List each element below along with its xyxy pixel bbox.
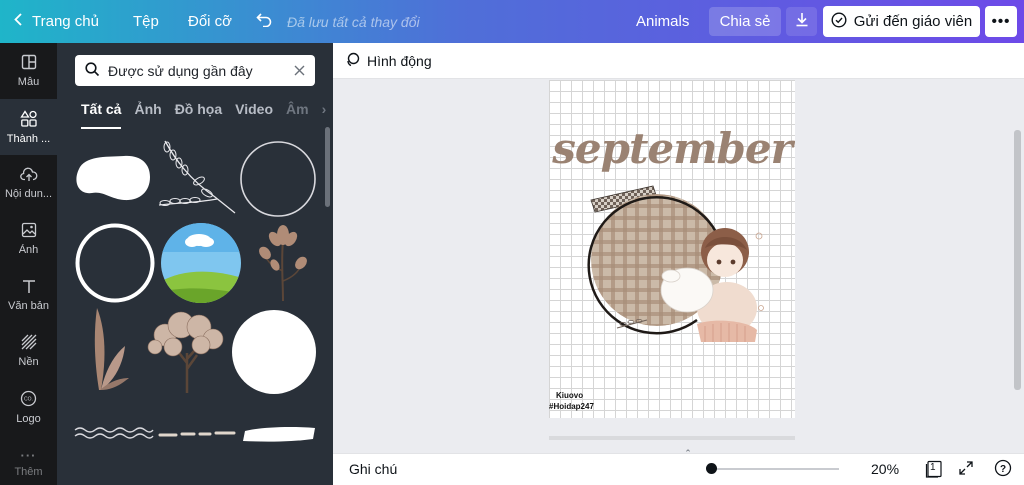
zoom-slider-handle[interactable] [706,463,717,474]
home-label: Trang chủ [32,13,99,30]
tab-photos[interactable]: Ảnh [134,101,161,129]
check-circle-icon [831,11,847,32]
sidebar-item-label: Nền [18,356,39,368]
panel-scrollbar[interactable] [325,127,330,207]
context-toolbar: Hình động [333,43,1024,79]
share-button[interactable]: Chia sẻ [709,7,781,36]
sidebar-item-elements[interactable]: Thành ... [0,99,57,155]
sidebar-item-label: Ảnh [18,244,39,256]
file-menu-button[interactable]: Tệp [133,0,159,43]
text-icon [22,279,36,297]
watermark-line1: Kiuovo [556,391,584,400]
dashed-stroke-element[interactable] [158,429,236,439]
sidebar-item-text[interactable]: Văn bản [0,267,57,323]
watermark: Kiuovo #Hoidap247 [549,390,594,412]
design-page[interactable]: september Kiuovo #Hoidap247 [549,80,795,418]
elements-panel: Được sử dụng gần đây Tất cả Ảnh Đồ họa V… [57,43,333,485]
send-to-teacher-button[interactable]: Gửi đến giáo viên [823,6,980,37]
templates-icon [21,54,37,73]
sidebar-item-label: Nội dun... [4,187,53,200]
home-button[interactable]: Trang chủ [14,0,99,43]
thick-circle-frame-element[interactable] [74,222,156,304]
brush-stroke-element[interactable] [241,423,317,445]
sidebar-item-uploads[interactable]: Nội dun... [0,155,57,211]
photos-icon [21,222,37,241]
elements-icon [19,109,38,130]
clear-search-icon[interactable] [294,63,305,79]
send-label: Gửi đến giáo viên [853,13,973,30]
page-count-button[interactable]: 1 [924,459,944,479]
tab-audio[interactable]: Âm [286,101,309,129]
sidebar-item-label: Logo [16,412,41,425]
animate-button[interactable]: Hình động [367,53,432,69]
sidebar-item-label: Mẫu [17,76,40,88]
zoom-level[interactable]: 20% [871,461,899,477]
sidebar-item-logo[interactable]: CO. Logo [0,379,57,435]
sidebar-item-label: Thêm [14,466,43,478]
workspace-scrollbar[interactable] [1013,80,1022,450]
svg-text:?: ? [1000,463,1006,474]
sidebar-item-photos[interactable]: Ảnh [0,211,57,267]
sidebar-item-label: Văn bản [8,299,49,312]
uploads-icon [19,167,38,185]
help-icon: ? [994,459,1012,480]
undo-button[interactable] [254,0,274,43]
search-box[interactable]: Được sử dụng gần đây [75,55,315,86]
sidebar-item-label: Thành ... [6,132,51,145]
sidebar-item-templates[interactable]: Mẫu [0,43,57,99]
chevron-left-icon [14,13,22,30]
white-blob-element[interactable] [74,153,152,203]
search-input[interactable]: Được sử dụng gần đây [108,63,286,79]
white-circle-element[interactable] [231,309,317,395]
animate-icon [345,52,360,70]
more-options-button[interactable]: ••• [985,6,1017,37]
thin-circle-frame-element[interactable] [239,140,317,218]
september-title[interactable]: september [549,124,795,173]
next-page-strip[interactable] [549,436,795,440]
top-bar: Trang chủ Tệp Đổi cỡ Đã lưu tất cả thay … [0,0,1024,43]
download-icon [795,12,809,31]
tab-video[interactable]: Video [235,101,273,129]
brown-flower-element[interactable] [253,221,313,303]
scrollbar-thumb[interactable] [1014,130,1021,390]
search-icon [85,61,100,80]
tab-all[interactable]: Tất cả [81,101,122,129]
bottom-bar: ⌃ Ghi chú 20% 1 ? [333,448,1024,485]
landscape-circle-element[interactable] [160,222,242,304]
logo-icon: CO. [20,390,37,410]
undo-icon [256,12,272,31]
sidebar-item-background[interactable]: Nền [0,323,57,379]
svg-text:CO.: CO. [24,396,33,402]
design-title[interactable]: Animals [628,7,697,36]
save-status: Đã lưu tất cả thay đổi [287,13,420,30]
category-tabs: Tất cả Ảnh Đồ họa Video Âm › [81,101,326,129]
tab-graphics[interactable]: Đồ họa [175,101,222,129]
wavy-lines-element[interactable] [74,425,154,441]
zoom-slider[interactable] [709,468,839,470]
lavender-sprig-element[interactable] [155,139,237,215]
sidebar-item-more[interactable]: ··· Thêm [0,435,57,485]
expand-icon [959,460,973,478]
more-icon: ··· [20,448,37,463]
download-button[interactable] [786,7,817,36]
chevron-up-icon[interactable]: ⌃ [678,448,698,458]
watermark-line2: #Hoidap247 [549,402,594,411]
help-button[interactable]: ? [993,459,1013,479]
brown-leaf-element[interactable] [87,306,131,392]
chevron-right-icon[interactable]: › [322,101,327,129]
background-icon [21,334,37,353]
girl-illustration[interactable] [657,220,767,345]
brown-tree-element[interactable] [145,307,229,395]
notes-button[interactable]: Ghi chú [349,461,397,477]
sidebar-rail: Mẫu Thành ... Nội dun... Ảnh Văn bản Nền… [0,43,57,485]
resize-button[interactable]: Đổi cỡ [188,0,232,43]
fullscreen-button[interactable] [956,459,976,479]
page-count: 1 [930,462,936,473]
